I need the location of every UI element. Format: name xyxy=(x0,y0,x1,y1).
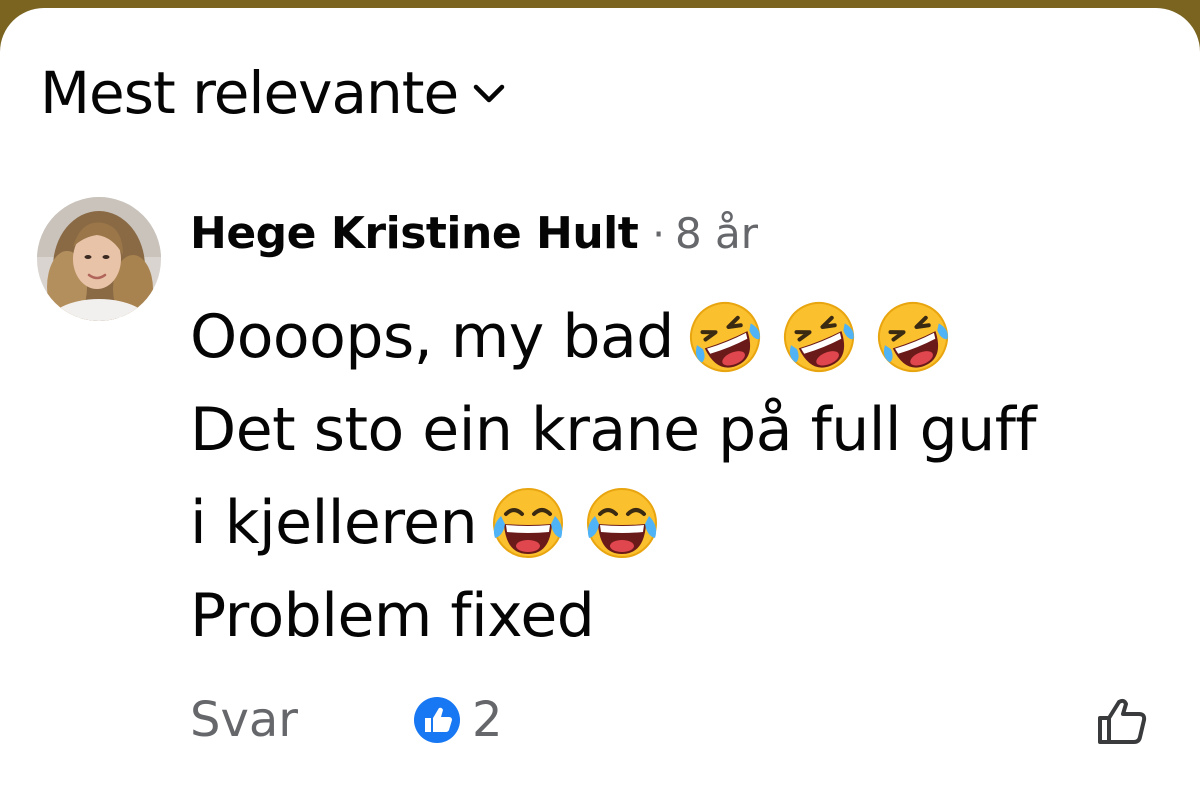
avatar[interactable] xyxy=(37,197,161,321)
face-with-tears-of-joy-icon xyxy=(583,484,661,562)
sort-dropdown[interactable]: Mest relevante xyxy=(40,58,506,128)
comment-timestamp[interactable]: 8 år xyxy=(675,209,758,258)
rolling-on-floor-laughing-icon xyxy=(686,298,764,376)
face-with-tears-of-joy-icon xyxy=(489,484,567,562)
reply-button[interactable]: Svar xyxy=(190,692,298,748)
comments-sheet: Mest relevante Hege Kristine Hult · 8 år… xyxy=(0,8,1200,785)
comment-line-text: i kjelleren xyxy=(190,487,478,558)
rolling-on-floor-laughing-icon xyxy=(874,298,952,376)
rolling-on-floor-laughing-icon xyxy=(780,298,858,376)
comment-line-text: Det sto ein krane på full guff xyxy=(190,394,1037,465)
comment-line: Det sto ein krane på full guff xyxy=(190,383,1180,476)
comment-line: Problem fixed xyxy=(190,569,1180,662)
sort-label: Mest relevante xyxy=(40,59,459,127)
reaction-count: 2 xyxy=(472,692,503,748)
reaction-summary[interactable]: 2 xyxy=(412,692,503,748)
comment-line: Oooops, my bad xyxy=(190,290,1180,383)
comment-line-text: Problem fixed xyxy=(190,580,595,651)
like-badge-icon xyxy=(412,695,462,745)
comment-line-text: Oooops, my bad xyxy=(190,301,674,372)
comment-header: Hege Kristine Hult · 8 år xyxy=(190,208,758,259)
thumbs-up-outline-icon[interactable] xyxy=(1094,694,1150,750)
meta-separator: · xyxy=(652,212,665,258)
comment-text: Oooops, my bad Det sto ein krane på full… xyxy=(190,290,1180,662)
comment-line: i kjelleren xyxy=(190,476,1180,569)
chevron-down-icon xyxy=(472,83,506,109)
author-name[interactable]: Hege Kristine Hult xyxy=(190,208,639,259)
comment-actions: Svar 2 xyxy=(190,686,1160,756)
